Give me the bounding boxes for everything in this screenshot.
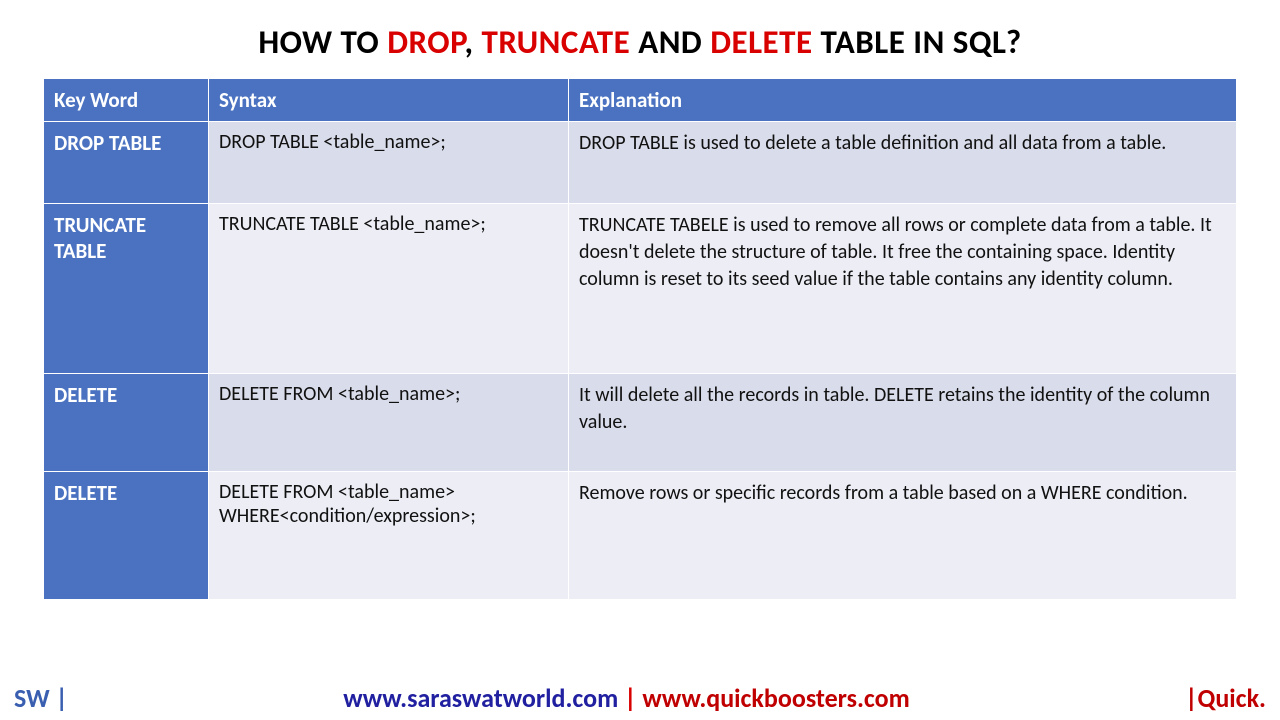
footer-separator: | [618, 682, 642, 714]
footer: SW | www.saraswatworld.com | www.quickbo… [0, 682, 1280, 714]
cell-syntax: DELETE FROM <table_name>; [209, 374, 569, 472]
cell-keyword: DELETE [44, 374, 209, 472]
title-sep: , [465, 22, 482, 62]
cell-syntax: DELETE FROM <table_name> WHERE<condition… [209, 472, 569, 600]
header-syntax: Syntax [209, 79, 569, 122]
sql-commands-table: Key Word Syntax Explanation DROP TABLE D… [43, 78, 1237, 600]
cell-keyword: DROP TABLE [44, 122, 209, 204]
cell-syntax: TRUNCATE TABLE <table_name>; [209, 204, 569, 374]
title-keyword-drop: DROP [387, 22, 464, 62]
footer-left-brand: SW | [14, 682, 68, 714]
cell-explanation: Remove rows or specific records from a t… [569, 472, 1237, 600]
title-keyword-truncate: TRUNCATE [481, 22, 630, 62]
cell-keyword: TRUNCATE TABLE [44, 204, 209, 374]
table-row: DELETE DELETE FROM <table_name>; It will… [44, 374, 1237, 472]
footer-url-1: www.saraswatworld.com [343, 682, 618, 714]
cell-keyword: DELETE [44, 472, 209, 600]
cell-explanation: TRUNCATE TABELE is used to remove all ro… [569, 204, 1237, 374]
title-keyword-delete: DELETE [710, 22, 812, 62]
footer-url-2: www.quickboosters.com [642, 682, 909, 714]
table-header-row: Key Word Syntax Explanation [44, 79, 1237, 122]
title-part: TABLE IN SQL? [813, 22, 1022, 62]
table-row: DELETE DELETE FROM <table_name> WHERE<co… [44, 472, 1237, 600]
table-row: TRUNCATE TABLE TRUNCATE TABLE <table_nam… [44, 204, 1237, 374]
table-row: DROP TABLE DROP TABLE <table_name>; DROP… [44, 122, 1237, 204]
cell-explanation: DROP TABLE is used to delete a table def… [569, 122, 1237, 204]
cell-syntax: DROP TABLE <table_name>; [209, 122, 569, 204]
title-sep: AND [630, 22, 710, 62]
title-part: HOW TO [258, 22, 387, 62]
page-title: HOW TO DROP, TRUNCATE AND DELETE TABLE I… [0, 0, 1280, 78]
footer-right-brand: |Quick. [1185, 682, 1266, 714]
header-explanation: Explanation [569, 79, 1237, 122]
header-keyword: Key Word [44, 79, 209, 122]
cell-explanation: It will delete all the records in table.… [569, 374, 1237, 472]
footer-center: www.saraswatworld.com | www.quickbooster… [68, 682, 1185, 714]
